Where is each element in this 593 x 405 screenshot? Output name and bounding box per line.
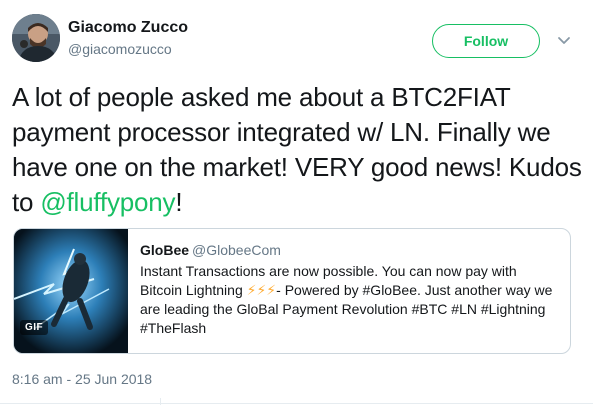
quoted-tweet-handle: @GlobeeCom: [192, 242, 281, 258]
chevron-down-icon[interactable]: [554, 30, 574, 50]
quoted-tweet-display-name: GloBee: [140, 242, 190, 258]
follow-button[interactable]: Follow: [432, 24, 540, 58]
mention-link[interactable]: @fluffypony: [40, 187, 175, 217]
tweet-text: A lot of people asked me about a BTC2FIA…: [12, 80, 582, 220]
author-display-name[interactable]: Giacomo Zucco: [68, 19, 188, 37]
divider: [0, 403, 593, 404]
tweet-timestamp[interactable]: 8:16 am - 25 Jun 2018: [12, 371, 152, 387]
author-handle[interactable]: @giacomozucco: [68, 41, 172, 57]
quoted-tweet-card[interactable]: GIF GloBee @GlobeeCom Instant Transaction…: [13, 228, 571, 354]
quoted-tweet-header: GloBee @GlobeeCom: [140, 241, 560, 259]
quoted-tweet-gif-thumbnail[interactable]: GIF: [14, 229, 128, 353]
lightning-bolt-icons: ⚡⚡⚡: [246, 282, 277, 298]
quoted-tweet-text: Instant Transactions are now possible. Y…: [140, 262, 560, 338]
tweet-text-end: !: [175, 187, 183, 217]
quoted-tweet-body: GloBee @GlobeeCom Instant Transactions ar…: [140, 241, 560, 338]
divider-tick: [160, 398, 161, 405]
gif-badge: GIF: [20, 320, 49, 335]
avatar[interactable]: [12, 14, 60, 62]
avatar-photo: [12, 14, 60, 62]
